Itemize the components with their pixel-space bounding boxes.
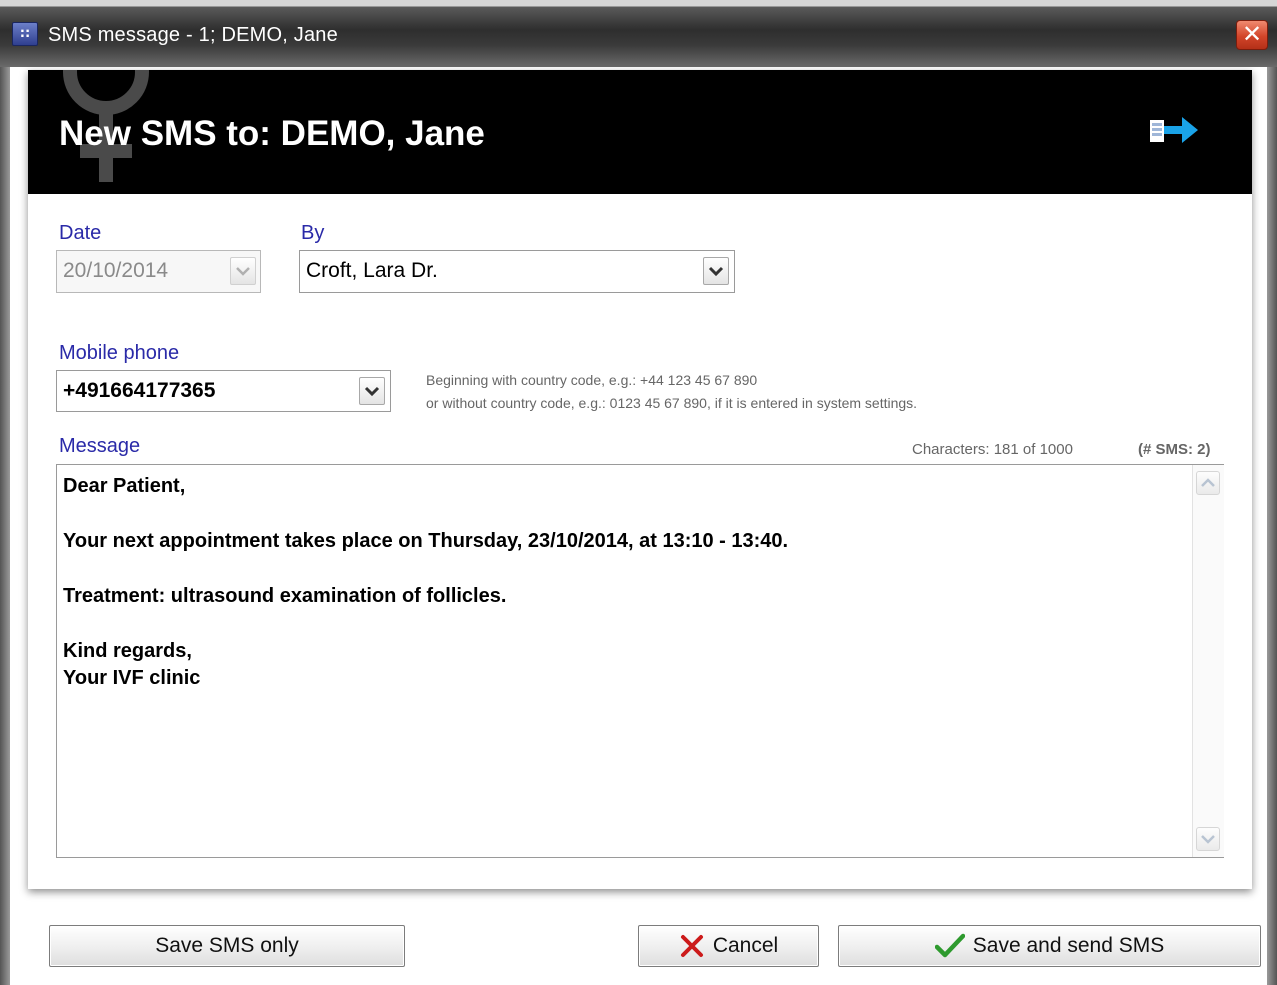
- panel-header: New SMS to: DEMO, Jane: [28, 70, 1252, 194]
- mobile-phone-dropdown-button[interactable]: [359, 377, 385, 405]
- window-frame-left: [0, 67, 10, 985]
- message-line: Your IVF clinic: [63, 667, 201, 689]
- scroll-up-button[interactable]: [1196, 471, 1220, 495]
- cancel-x-icon: [680, 935, 703, 958]
- message-label: Message: [59, 435, 141, 457]
- by-select[interactable]: Croft, Lara Dr.: [299, 250, 735, 293]
- cancel-button[interactable]: Cancel: [638, 925, 819, 967]
- message-line: Kind regards,: [63, 640, 192, 662]
- save-and-send-sms-label: Save and send SMS: [972, 934, 1165, 957]
- chevron-down-icon: [236, 267, 250, 276]
- mobile-phone-label: Mobile phone: [59, 342, 180, 364]
- by-value: Croft, Lara Dr.: [306, 259, 438, 282]
- sms-panel: New SMS to: DEMO, Jane Date 20/10/2014 B…: [28, 70, 1252, 889]
- chevron-down-icon: [1201, 835, 1215, 844]
- by-dropdown-button[interactable]: [703, 257, 729, 285]
- sms-count: (# SMS: 2): [1138, 441, 1211, 458]
- chevron-down-icon: [364, 386, 380, 397]
- date-label: Date: [59, 222, 102, 244]
- message-textarea[interactable]: Dear Patient, Your next appointment take…: [56, 464, 1224, 858]
- mobile-phone-value: +491664177365: [63, 379, 216, 402]
- phone-hint-line-1: Beginning with country code, e.g.: +44 1…: [426, 372, 758, 388]
- mobile-phone-select[interactable]: +491664177365: [56, 370, 391, 412]
- window-title-bar[interactable]: ∷ SMS message - 1; DEMO, Jane ✕: [0, 0, 1277, 67]
- message-line: Treatment: ultrasound examination of fol…: [63, 585, 507, 607]
- date-value: 20/10/2014: [63, 259, 169, 282]
- date-field: 20/10/2014: [56, 250, 261, 293]
- message-line: Your next appointment takes place on Thu…: [63, 530, 789, 552]
- save-sms-only-label: Save SMS only: [155, 934, 299, 957]
- scroll-down-button[interactable]: [1196, 827, 1220, 851]
- character-counter: Characters: 181 of 1000: [912, 441, 1073, 458]
- window-frame-right: [1267, 67, 1277, 985]
- cancel-label: Cancel: [712, 934, 779, 957]
- page-title: New SMS to: DEMO, Jane: [59, 114, 485, 153]
- checkmark-icon: [934, 934, 965, 958]
- by-label: By: [301, 222, 325, 244]
- chevron-up-icon: [1201, 478, 1215, 487]
- close-window-button[interactable]: ✕: [1236, 20, 1268, 50]
- message-line: Dear Patient,: [63, 475, 186, 497]
- forward-arrow-icon: [1150, 117, 1198, 143]
- window-title: SMS message - 1; DEMO, Jane: [48, 24, 338, 46]
- phone-hint-line-2: or without country code, e.g.: 0123 45 6…: [426, 395, 918, 411]
- message-scrollbar[interactable]: [1192, 465, 1224, 857]
- date-dropdown-button: [230, 257, 256, 285]
- app-icon: ∷: [12, 22, 38, 46]
- save-sms-only-button[interactable]: Save SMS only: [49, 925, 405, 967]
- save-and-send-sms-button[interactable]: Save and send SMS: [838, 925, 1261, 967]
- chevron-down-icon: [708, 266, 724, 277]
